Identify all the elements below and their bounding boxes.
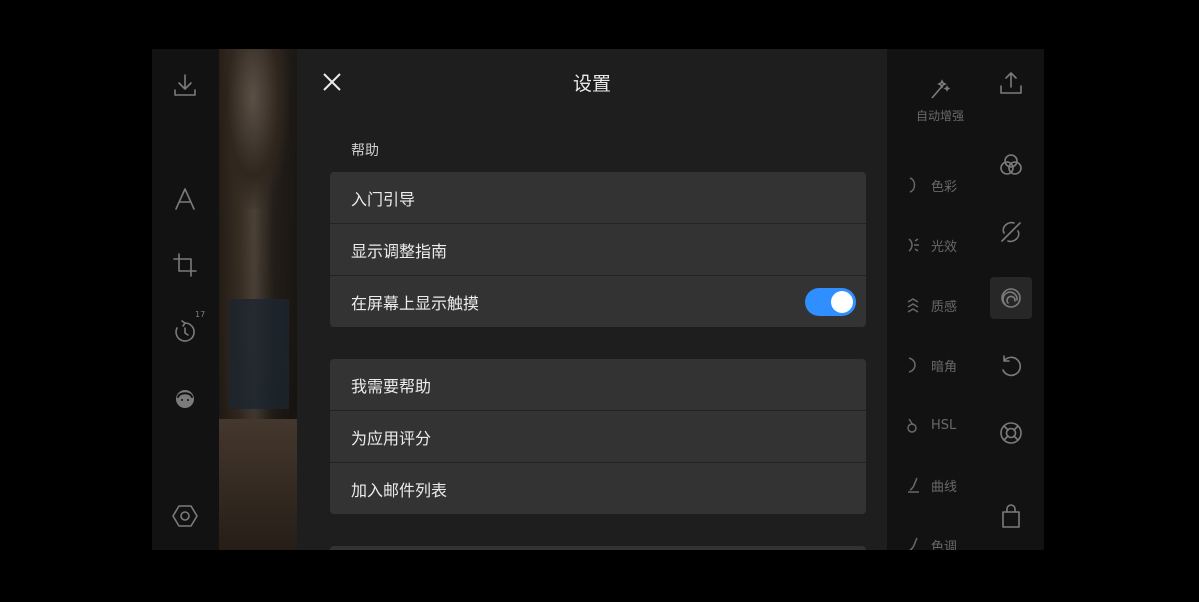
help-section-label: 帮助 [351,143,379,159]
help-group: 入门引导 显示调整指南 在屏幕上显示触摸 [330,172,866,327]
rate-app-label: 为应用评分 [351,428,432,448]
photo-editor-app: 17 自动增强 色彩 光效 质感 暗角 HSL 曲线 色调 设置 帮助 入门引导… [152,49,1044,550]
need-help-row[interactable]: 我需要帮助 [330,359,866,411]
join-mailing-list-label: 加入邮件列表 [351,480,448,500]
onboarding-row[interactable]: 入门引导 [330,172,866,224]
onboarding-label: 入门引导 [351,189,416,209]
toggle-knob [831,291,853,313]
need-help-label: 我需要帮助 [351,376,432,396]
rate-app-row[interactable]: 为应用评分 [330,411,866,463]
show-touches-row: 在屏幕上显示触摸 [330,276,866,327]
show-adjust-guide-label: 显示调整指南 [351,241,448,261]
settings-dialog: 设置 帮助 入门引导 显示调整指南 在屏幕上显示触摸 我需要帮助 为应用评分 加… [297,49,887,550]
join-mailing-list-row[interactable]: 加入邮件列表 [330,463,866,514]
show-touches-toggle[interactable] [805,288,856,316]
show-touches-label: 在屏幕上显示触摸 [351,293,480,313]
support-group: 我需要帮助 为应用评分 加入邮件列表 [330,359,866,514]
settings-title: 设置 [572,73,611,95]
next-group-partial [330,546,866,550]
show-adjust-guide-row[interactable]: 显示调整指南 [330,224,866,276]
